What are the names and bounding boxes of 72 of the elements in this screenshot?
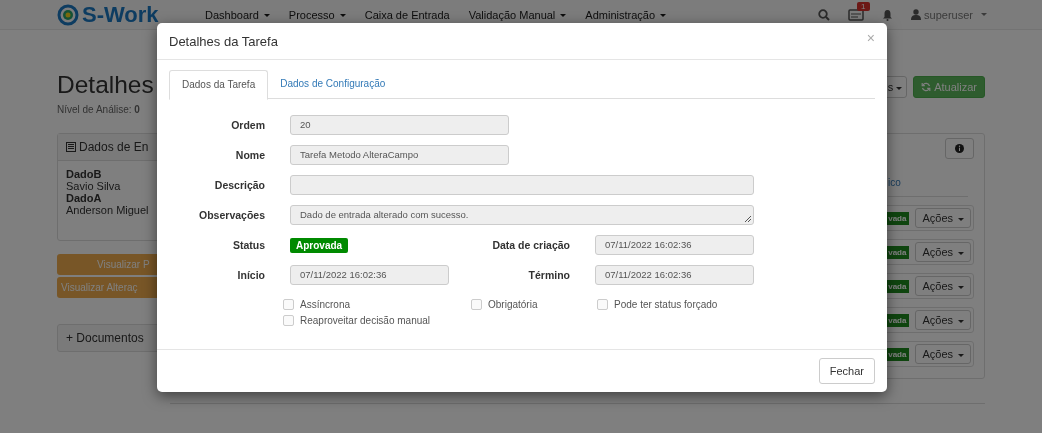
field-label: Término <box>527 269 570 281</box>
user-icon <box>911 9 922 20</box>
actions-button[interactable]: Ações <box>915 242 971 262</box>
data-value: Anderson Miguel <box>66 204 149 216</box>
checkbox-option[interactable]: Pode ter status forçado <box>597 299 757 310</box>
field-label: Início <box>236 269 265 281</box>
book-icon <box>66 142 76 152</box>
bell-icon[interactable] <box>882 8 894 21</box>
nav-menu-item[interactable]: Caixa de Entrada <box>364 8 450 21</box>
logo-icon <box>57 3 79 26</box>
input-field[interactable] <box>290 175 754 195</box>
data-name: DadoA <box>66 192 102 204</box>
status-badge: vada <box>885 279 910 293</box>
nav-menu-item[interactable]: Dashboard <box>205 8 270 21</box>
tab[interactable]: Dados da Tarefa <box>169 70 269 100</box>
text-area[interactable]: Dado de entrada alterado com sucesso. <box>290 205 754 225</box>
checkbox-option[interactable]: Reaproveitar decisão manual <box>283 315 471 326</box>
resize-grip-icon[interactable] <box>745 216 751 222</box>
field-label: Data de criação <box>491 239 570 251</box>
caret-icon <box>958 319 964 323</box>
status-badge: vada <box>885 347 910 361</box>
caret-icon <box>339 14 346 18</box>
caret-icon <box>958 217 964 221</box>
caret-icon <box>958 353 964 357</box>
input-field[interactable]: 07/11/2022 16:02:36 <box>595 235 754 255</box>
nav-menu-item[interactable]: Validação Manual <box>468 8 567 21</box>
caret-icon <box>981 13 987 16</box>
info-button[interactable] <box>945 138 974 159</box>
caret-icon <box>958 251 964 255</box>
caret-icon <box>560 14 567 18</box>
data-name: DadoB <box>66 168 102 180</box>
actions-button[interactable]: Ações <box>915 310 971 330</box>
field-label: Nome <box>234 149 265 161</box>
field-label: Descrição <box>213 179 265 191</box>
dialog-title: Detalhes da Tarefa <box>169 33 278 49</box>
caret-icon <box>896 86 903 90</box>
nav-menu-item[interactable]: Administração <box>585 8 667 21</box>
caret-icon <box>263 14 270 18</box>
logo-text[interactable]: S-Work <box>82 1 159 28</box>
field-label: Status <box>231 239 265 251</box>
actions-button[interactable]: Ações <box>915 276 971 296</box>
search-icon[interactable] <box>818 8 831 21</box>
actions-button[interactable]: Ações <box>915 208 971 228</box>
input-field[interactable]: 20 <box>290 115 509 135</box>
close-dialog-button[interactable]: Fechar <box>818 358 875 384</box>
nav-menu-item[interactable]: Processo <box>288 8 346 21</box>
checkbox-option[interactable]: Assíncrona <box>283 299 471 310</box>
field-label: Ordem <box>230 119 265 131</box>
inbox-icon[interactable] <box>848 8 865 21</box>
status-badge: vada <box>885 313 910 327</box>
caret-icon <box>958 285 964 289</box>
panel-title: Dados de En <box>79 140 149 154</box>
checkbox-option[interactable]: Obrigatória <box>471 299 597 310</box>
status-badge: vada <box>885 211 910 225</box>
input-field[interactable]: Tarefa Metodo AlteraCampo <box>290 145 509 165</box>
refresh-icon <box>921 82 932 92</box>
input-field[interactable]: 07/11/2022 16:02:36 <box>595 265 754 285</box>
status-badge: vada <box>885 245 910 259</box>
close-button[interactable]: × <box>866 30 875 46</box>
status-badge: Aprovada <box>290 237 349 253</box>
input-field[interactable]: 07/11/2022 16:02:36 <box>290 265 449 285</box>
tab[interactable]: Dados de Configuração <box>268 70 398 98</box>
info-icon <box>955 144 964 153</box>
user-menu[interactable]: superuser <box>911 8 987 21</box>
history-link[interactable]: ico <box>888 177 968 197</box>
analysis-level: Nível de Análise: 0 <box>57 104 141 115</box>
page-title: Detalhes <box>57 70 154 100</box>
notification-badge: 1 <box>857 1 870 11</box>
caret-icon <box>660 14 667 18</box>
field-label: Observações <box>198 209 265 221</box>
actions-button[interactable]: Ações <box>915 344 971 364</box>
data-value: Savio Silva <box>66 180 121 192</box>
